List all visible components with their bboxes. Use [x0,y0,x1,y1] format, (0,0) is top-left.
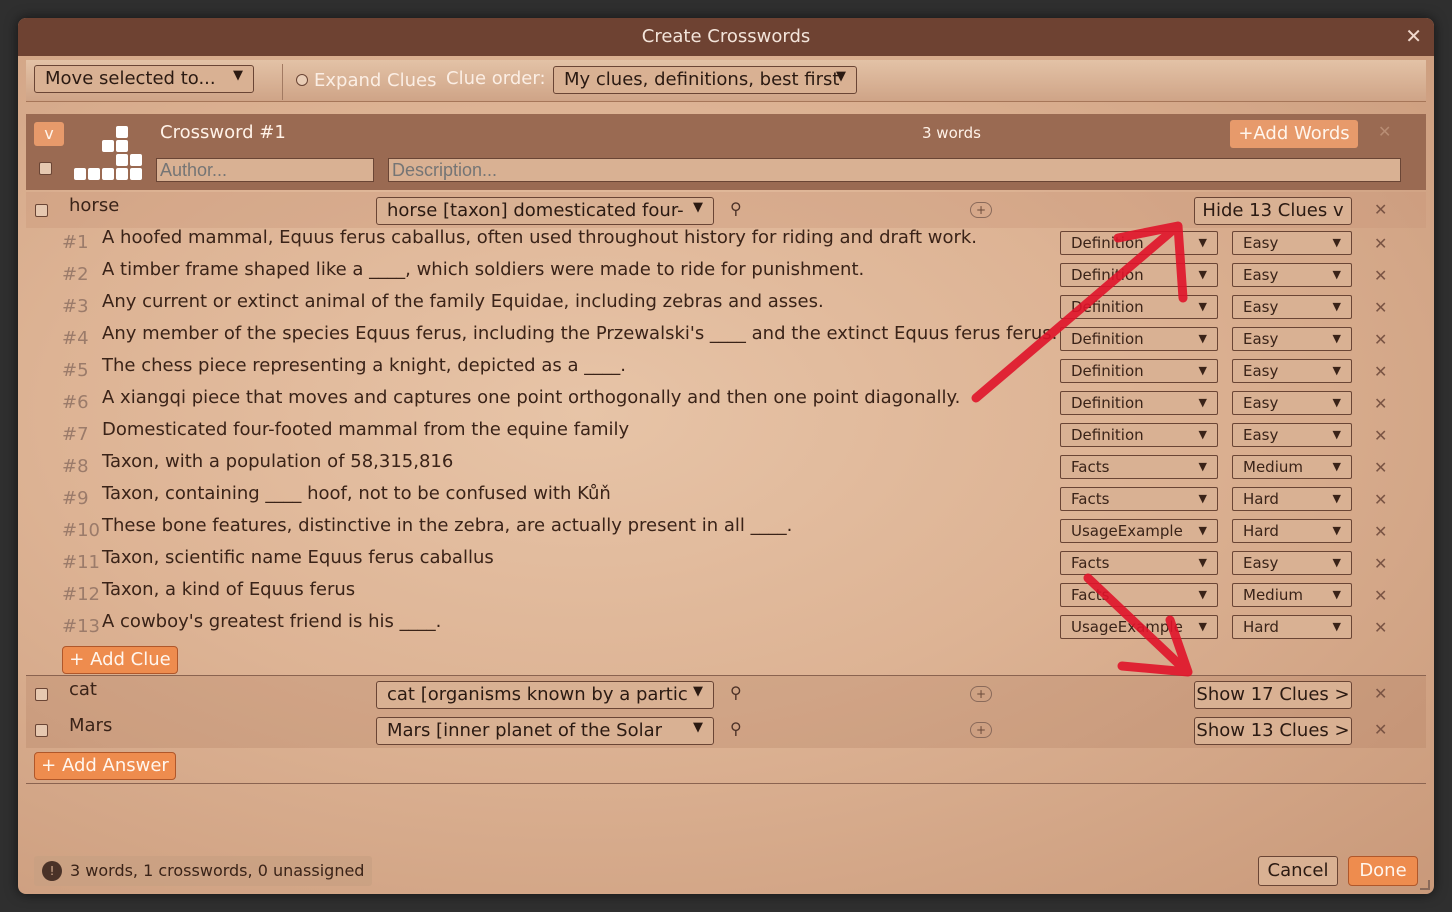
annotation-arrowhead-up [1113,221,1188,303]
annotation-arrow-up [971,225,1178,403]
annotation-arrows [971,221,1193,677]
create-crosswords-dialog: Create Crosswords ✕ Move selected to... … [18,18,1434,894]
